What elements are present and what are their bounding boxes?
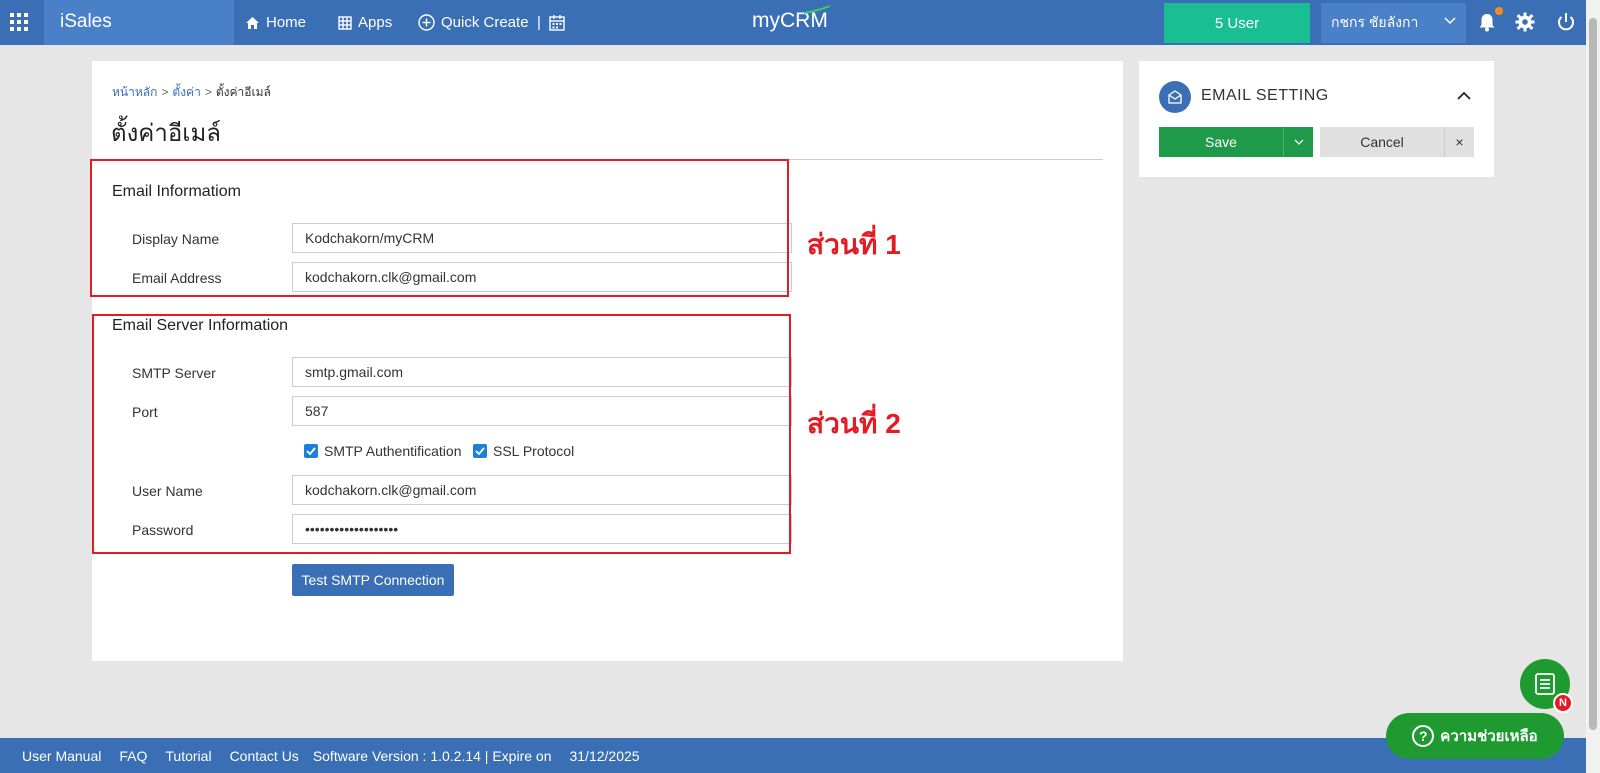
- smtp-auth-checkbox[interactable]: SMTP Authentification: [304, 443, 461, 459]
- main-content-panel: หน้าหลัก > ตั้งค่า > ตั้งค่าอีเมล์ ตั้งค่าอี…: [92, 61, 1123, 661]
- calendar-icon: [549, 14, 565, 31]
- brand-name: iSales: [60, 11, 112, 32]
- top-navigation-bar: iSales Home Apps Quick Create | myCRM 5 …: [0, 0, 1586, 45]
- save-options-dropdown[interactable]: [1283, 127, 1313, 157]
- port-label: Port: [132, 404, 158, 420]
- close-button[interactable]: ×: [1444, 127, 1474, 157]
- chevron-up-icon[interactable]: [1457, 91, 1471, 100]
- nav-separator: |: [537, 0, 541, 45]
- save-button-label: Save: [1205, 134, 1237, 150]
- calendar-button[interactable]: [549, 0, 565, 45]
- user-count-label: 5 User: [1214, 14, 1260, 32]
- footer-user-manual[interactable]: User Manual: [22, 748, 101, 764]
- power-icon[interactable]: [1555, 11, 1577, 33]
- document-icon: [1535, 673, 1555, 695]
- footer: User Manual FAQ Tutorial Contact Us Soft…: [0, 738, 1586, 773]
- page-scrollbar[interactable]: [1586, 0, 1600, 773]
- nav-quick-create-label: Quick Create: [441, 14, 529, 31]
- nav-separator-text: |: [537, 14, 541, 31]
- breadcrumb-home[interactable]: หน้าหลัก: [112, 85, 157, 99]
- footer-expire-date: 31/12/2025: [569, 747, 640, 764]
- breadcrumb-separator: >: [204, 85, 212, 99]
- breadcrumb-settings[interactable]: ตั้งค่า: [172, 85, 200, 99]
- brand-block[interactable]: iSales: [44, 0, 234, 45]
- cancel-button-label: Cancel: [1360, 134, 1404, 150]
- password-input[interactable]: [292, 514, 792, 544]
- bell-icon[interactable]: [1476, 11, 1498, 33]
- help-button-label: ความช่วยเหลือ: [1440, 728, 1538, 745]
- notes-badge: N: [1553, 693, 1573, 713]
- breadcrumb-separator: >: [161, 85, 169, 99]
- smtp-server-input[interactable]: [292, 357, 792, 387]
- footer-faq[interactable]: FAQ: [119, 748, 147, 764]
- display-name-input[interactable]: [292, 223, 792, 253]
- question-icon: ?: [1412, 725, 1435, 747]
- ssl-protocol-checkbox[interactable]: SSL Protocol: [473, 443, 574, 459]
- user-dropdown[interactable]: กชกร ชัยลังกา: [1321, 3, 1466, 43]
- nav-home[interactable]: Home: [245, 0, 306, 45]
- password-label: Password: [132, 522, 194, 538]
- footer-contact[interactable]: Contact Us: [230, 748, 299, 764]
- chevron-down-icon: [1294, 139, 1303, 145]
- plus-circle-icon: [418, 14, 435, 31]
- gear-icon[interactable]: [1514, 11, 1536, 33]
- port-input[interactable]: [292, 396, 792, 426]
- chevron-down-icon: [1444, 17, 1456, 25]
- test-smtp-button[interactable]: Test SMTP Connection: [292, 564, 454, 596]
- nav-apps-label: Apps: [358, 14, 393, 31]
- nav-quick-create[interactable]: Quick Create: [418, 0, 529, 45]
- smtp-server-label: SMTP Server: [132, 365, 216, 381]
- breadcrumb-current: ตั้งค่าอีเมล์: [215, 85, 271, 99]
- apps-grid-icon: [338, 15, 352, 30]
- email-info-title: Email Informatiom: [112, 183, 241, 200]
- ssl-protocol-label: SSL Protocol: [493, 443, 575, 459]
- user-name: กชกร ชัยลังกา: [1331, 14, 1419, 30]
- page-title: ตั้งค่าอีเมล์: [111, 120, 221, 147]
- app-grid-icon[interactable]: [10, 13, 28, 31]
- footer-tutorial[interactable]: Tutorial: [165, 748, 211, 764]
- nav-apps[interactable]: Apps: [338, 0, 392, 45]
- title-divider: [92, 159, 1103, 160]
- nav-home-label: Home: [266, 14, 307, 31]
- home-icon: [246, 16, 259, 29]
- breadcrumb: หน้าหลัก > ตั้งค่า > ตั้งค่าอีเมล์: [112, 83, 271, 102]
- email-setting-panel: EMAIL SETTING Save Cancel ×: [1139, 61, 1494, 177]
- username-label: User Name: [132, 483, 203, 499]
- smtp-auth-label: SMTP Authentification: [324, 443, 462, 459]
- panel-title: EMAIL SETTING: [1201, 87, 1329, 104]
- footer-version: Software Version : 1.0.2.14 | Expire on: [312, 747, 552, 764]
- save-button[interactable]: Save: [1159, 127, 1283, 157]
- email-address-input[interactable]: [292, 262, 792, 292]
- scrollbar-thumb[interactable]: [1589, 18, 1597, 730]
- annotation-label-part1: ส่วนที่ 1: [807, 229, 901, 260]
- user-count-button[interactable]: 5 User: [1164, 3, 1310, 43]
- logo-swoosh-icon: [803, 5, 831, 14]
- close-icon: ×: [1455, 134, 1464, 150]
- email-server-title: Email Server Information: [112, 317, 289, 334]
- cancel-button[interactable]: Cancel: [1320, 127, 1444, 157]
- display-name-label: Display Name: [132, 231, 220, 247]
- mycrm-logo: myCRM: [752, 5, 831, 33]
- notification-dot: [1495, 7, 1503, 15]
- email-address-label: Email Address: [132, 270, 222, 286]
- username-input[interactable]: [292, 475, 792, 505]
- checkbox-checked-icon: [304, 444, 318, 458]
- checkbox-checked-icon: [473, 444, 487, 458]
- help-button[interactable]: ? ความช่วยเหลือ: [1386, 713, 1564, 759]
- email-setting-icon: [1159, 81, 1191, 113]
- annotation-label-part2: ส่วนที่ 2: [807, 408, 901, 439]
